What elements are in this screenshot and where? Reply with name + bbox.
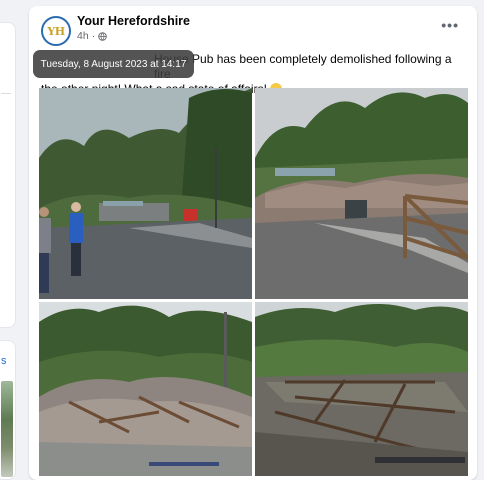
post-card: YH Your Herefordshire 4h · ••• House Pub… <box>29 6 477 480</box>
left-panel <box>0 22 16 328</box>
left-panel-divider <box>1 93 11 94</box>
more-options-icon[interactable]: ••• <box>441 18 459 32</box>
photo-debris-pile[interactable] <box>39 302 252 476</box>
post-timestamp[interactable]: 4h <box>77 30 89 42</box>
see-more-link[interactable]: s <box>1 355 7 367</box>
photo-street-view[interactable] <box>39 88 252 299</box>
page-name-link[interactable]: Your Herefordshire <box>77 14 190 28</box>
left-thumbnail[interactable] <box>1 381 13 477</box>
photo-grid <box>39 88 468 476</box>
avatar[interactable]: YH <box>41 16 71 46</box>
globe-icon <box>98 31 107 41</box>
photo-burnt-timbers[interactable] <box>255 302 468 476</box>
meta-separator: · <box>91 30 96 42</box>
timestamp-tooltip: Tuesday, 8 August 2023 at 14:17 <box>33 50 194 78</box>
avatar-initials: YH <box>47 24 65 38</box>
post-meta: 4h · <box>77 30 107 42</box>
scrollbar[interactable] <box>480 0 484 480</box>
photo-rubble-gate[interactable] <box>255 88 468 299</box>
left-panel-lower: s <box>0 340 16 480</box>
